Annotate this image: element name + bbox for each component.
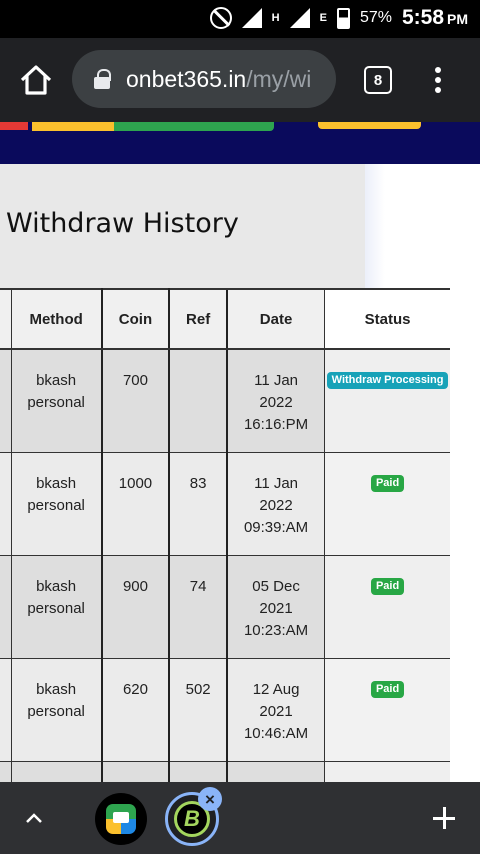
cell-ref: 83 xyxy=(168,451,228,556)
title-panel: Withdraw History xyxy=(0,164,365,288)
url-path: /my/wi xyxy=(246,65,312,92)
cell-status: Paid xyxy=(324,657,450,762)
table-row: bkash personal 900 74 05 Dec 2021 10:23:AM … xyxy=(0,554,450,659)
table-header-row: Method Coin Ref Date Status xyxy=(0,288,450,350)
table-row: bkash personal 700 11 Jan 2022 16:16:PM Wit… xyxy=(0,348,450,453)
column-header-status: Status xyxy=(324,288,450,350)
table-row xyxy=(0,760,450,782)
cell-ref xyxy=(168,348,228,453)
clock-ampm: PM xyxy=(447,11,468,27)
lock-icon xyxy=(94,69,111,89)
site-banner xyxy=(0,122,480,164)
new-tab-icon[interactable] xyxy=(432,806,456,830)
status-badge: Paid xyxy=(370,680,405,698)
cell-date: 12 Aug 2021 10:46:AM xyxy=(226,657,326,762)
cell-status: Withdraw Processing xyxy=(324,348,450,453)
cell-coin: 900 xyxy=(101,554,171,659)
cell-method: bkash personal xyxy=(10,657,103,762)
chevron-up-icon[interactable] xyxy=(24,808,44,828)
battery-icon xyxy=(336,7,350,29)
cell-coin: 620 xyxy=(101,657,171,762)
tab-switcher-button[interactable]: 8 xyxy=(364,66,392,94)
network-type-label-2: E xyxy=(319,12,327,24)
cell-date: 05 Dec 2021 10:23:AM xyxy=(226,554,326,659)
status-badge: Paid xyxy=(370,474,405,492)
browser-toolbar: onbet365.in/my/wi 8 xyxy=(0,38,480,122)
column-header-date: Date xyxy=(226,288,326,350)
table-row: bkash personal 1000 83 11 Jan 2022 09:39:AM… xyxy=(0,451,450,556)
more-menu-icon[interactable] xyxy=(428,64,448,96)
column-header-method: Method xyxy=(10,288,103,350)
signal-icon xyxy=(241,8,262,28)
tab-favicon-1[interactable] xyxy=(95,793,147,845)
clock-time: 5:58 xyxy=(401,6,444,29)
tab-group-bar: B × xyxy=(0,782,480,854)
cell-date: 11 Jan 2022 16:16:PM xyxy=(226,348,326,453)
cell-coin: 1000 xyxy=(101,451,171,556)
cell-status: Paid xyxy=(324,554,450,659)
signal-icon-2 xyxy=(289,8,310,28)
cell-ref: 74 xyxy=(168,554,228,659)
cell-date: 11 Jan 2022 09:39:AM xyxy=(226,451,326,556)
network-type-label: H xyxy=(271,12,280,24)
cell-method: bkash personal xyxy=(10,451,103,556)
page-title: Withdraw History xyxy=(6,208,239,239)
cell-method: bkash personal xyxy=(10,348,103,453)
clock: 5:58 PM xyxy=(402,6,468,30)
web-page: Withdraw History Method Coin Ref Date St… xyxy=(0,122,480,782)
column-header-ref: Ref xyxy=(168,288,228,350)
url-host: onbet365.in xyxy=(126,65,247,92)
withdraw-history-table: Method Coin Ref Date Status bkash persona… xyxy=(0,288,450,782)
do-not-disturb-icon xyxy=(209,7,232,29)
cell-ref: 502 xyxy=(168,657,228,762)
close-icon[interactable]: × xyxy=(198,787,222,811)
status-bar: H E 57% 5:58 PM xyxy=(0,0,480,38)
cell-coin: 700 xyxy=(101,348,171,453)
status-badge: Paid xyxy=(370,577,405,595)
address-bar[interactable]: onbet365.in/my/wi xyxy=(72,50,336,108)
home-icon[interactable] xyxy=(18,62,54,98)
table-row: bkash personal 620 502 12 Aug 2021 10:46:AM… xyxy=(0,657,450,762)
column-header-coin: Coin xyxy=(101,288,171,350)
status-badge: Withdraw Processing xyxy=(326,372,449,389)
cell-status: Paid xyxy=(324,451,450,556)
cell-method: bkash personal xyxy=(10,554,103,659)
battery-percent: 57% xyxy=(359,9,392,26)
